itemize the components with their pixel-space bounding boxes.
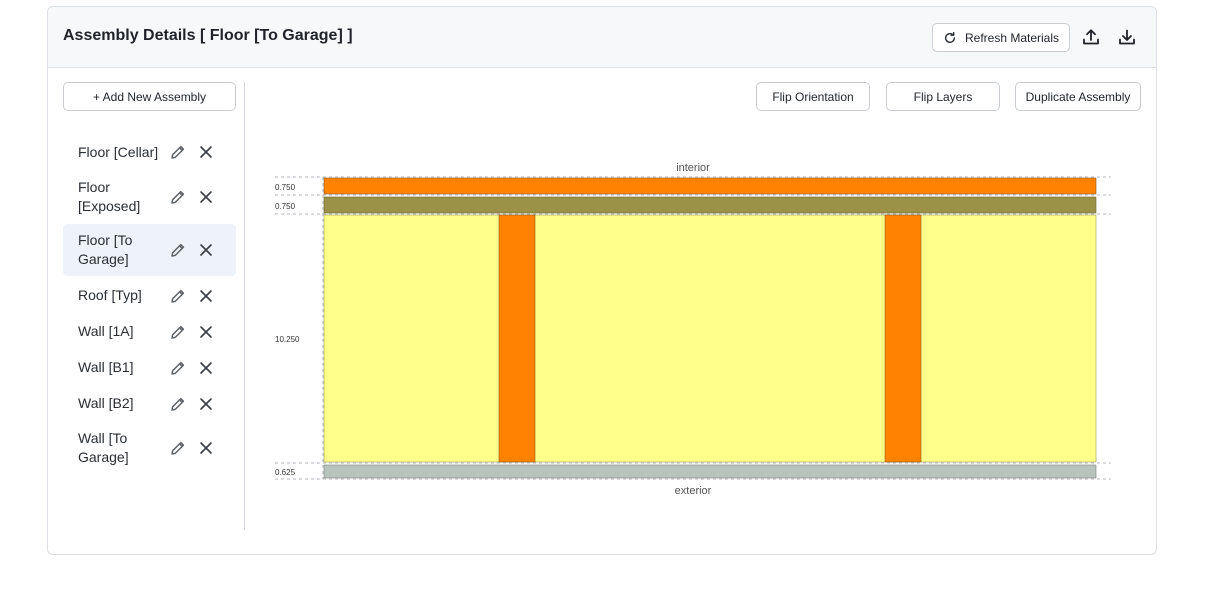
assembly-item[interactable]: Wall [1A] — [63, 321, 236, 343]
sidebar-divider — [244, 82, 245, 530]
layer-2-thickness: 0.750 — [275, 202, 296, 211]
edit-assembly-button[interactable] — [168, 187, 188, 207]
download-button[interactable] — [1115, 25, 1139, 49]
pencil-icon — [171, 397, 185, 411]
upload-icon — [1083, 29, 1099, 45]
layer-4-thickness: 0.625 — [275, 468, 296, 477]
exterior-label: exterior — [675, 485, 712, 497]
page-title: Assembly Details [ Floor [To Garage] ] — [63, 27, 353, 44]
flip-layers-button[interactable]: Flip Layers — [886, 82, 1000, 111]
assembly-item-selected[interactable]: Floor [To Garage] — [63, 224, 236, 276]
refresh-materials-button[interactable]: Refresh Materials — [932, 23, 1070, 52]
duplicate-assembly-button[interactable]: Duplicate Assembly — [1015, 82, 1141, 111]
delete-assembly-button[interactable] — [196, 187, 216, 207]
stud-2 — [884, 214, 922, 463]
layer-3-cavity[interactable] — [323, 214, 1097, 463]
pencil-icon — [171, 441, 185, 455]
assembly-item[interactable]: Wall [B2] — [63, 393, 236, 415]
delete-assembly-button[interactable] — [196, 142, 216, 162]
pencil-icon — [171, 289, 185, 303]
assembly-item-label: Floor [To Garage] — [78, 232, 133, 267]
layer-1[interactable] — [323, 177, 1097, 195]
close-icon — [200, 362, 212, 374]
delete-assembly-button[interactable] — [196, 286, 216, 306]
delete-assembly-button[interactable] — [196, 358, 216, 378]
assembly-item[interactable]: Roof [Typ] — [63, 285, 236, 307]
edit-assembly-button[interactable] — [168, 394, 188, 414]
pencil-icon — [171, 325, 185, 339]
layer-4[interactable] — [323, 464, 1097, 479]
layer-2[interactable] — [323, 196, 1097, 214]
close-icon — [200, 191, 212, 203]
pencil-icon — [171, 361, 185, 375]
refresh-icon — [944, 31, 956, 43]
assembly-diagram: interior exterior 0.750 0.750 10.250 0.6… — [268, 157, 1118, 507]
refresh-materials-label: Refresh Materials — [964, 30, 1060, 45]
add-new-assembly-button[interactable]: + Add New Assembly — [63, 82, 236, 111]
assembly-item[interactable]: Wall [To Garage] — [63, 428, 236, 468]
edit-assembly-button[interactable] — [168, 142, 188, 162]
pencil-icon — [171, 190, 185, 204]
assembly-item-label: Roof [Typ] — [78, 287, 142, 303]
layer-3-thickness: 10.250 — [275, 335, 300, 344]
pencil-icon — [171, 145, 185, 159]
delete-assembly-button[interactable] — [196, 394, 216, 414]
interior-label: interior — [676, 162, 710, 174]
edit-assembly-button[interactable] — [168, 240, 188, 260]
pencil-icon — [171, 243, 185, 257]
delete-assembly-button[interactable] — [196, 240, 216, 260]
assembly-item[interactable]: Wall [B1] — [63, 357, 236, 379]
assembly-item-label: Wall [1A] — [78, 323, 134, 339]
upload-button[interactable] — [1079, 25, 1103, 49]
stud-1 — [498, 214, 536, 463]
edit-assembly-button[interactable] — [168, 438, 188, 458]
edit-assembly-button[interactable] — [168, 358, 188, 378]
close-icon — [200, 398, 212, 410]
close-icon — [200, 244, 212, 256]
layer-1-thickness: 0.750 — [275, 183, 296, 192]
close-icon — [200, 326, 212, 338]
assembly-item-label: Wall [B2] — [78, 395, 134, 411]
panel-header: Assembly Details [ Floor [To Garage] ] R… — [48, 7, 1156, 68]
delete-assembly-button[interactable] — [196, 322, 216, 342]
assembly-item-label: Wall [To Garage] — [78, 430, 129, 465]
assembly-item-label: Wall [B1] — [78, 359, 134, 375]
close-icon — [200, 146, 212, 158]
delete-assembly-button[interactable] — [196, 438, 216, 458]
close-icon — [200, 290, 212, 302]
edit-assembly-button[interactable] — [168, 322, 188, 342]
edit-assembly-button[interactable] — [168, 286, 188, 306]
assembly-item[interactable]: Floor [Exposed] — [63, 177, 236, 217]
flip-orientation-button[interactable]: Flip Orientation — [756, 82, 870, 111]
assembly-item[interactable]: Floor [Cellar] — [63, 135, 236, 169]
assembly-details-panel: Assembly Details [ Floor [To Garage] ] R… — [47, 6, 1157, 555]
close-icon — [200, 442, 212, 454]
assembly-item-label: Floor [Exposed] — [78, 179, 141, 214]
assembly-diagram-svg: interior exterior 0.750 0.750 10.250 0.6… — [275, 162, 1111, 497]
download-icon — [1119, 29, 1135, 45]
